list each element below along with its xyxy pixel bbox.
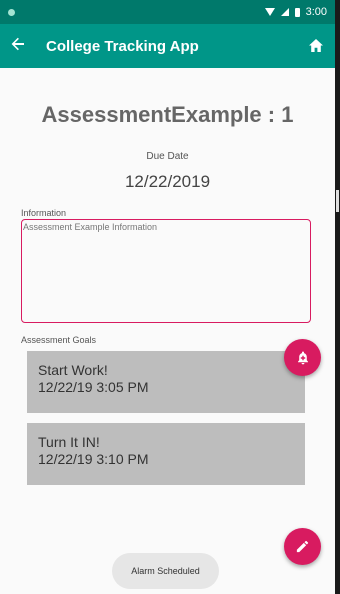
home-icon[interactable] (307, 37, 325, 55)
notification-dot-icon (8, 8, 15, 16)
edit-button[interactable] (284, 528, 321, 565)
goal-card[interactable]: Turn It IN! 12/22/19 3:10 PM (27, 423, 305, 485)
pencil-icon (296, 540, 309, 553)
alarm-bell-icon (297, 351, 308, 364)
app-title: College Tracking App (46, 37, 199, 55)
scrollbar-thumb[interactable] (336, 190, 339, 212)
goal-time: 12/22/19 3:05 PM (38, 379, 149, 395)
status-icons: 3:00 (264, 6, 327, 18)
information-label: Information (21, 208, 67, 218)
status-time: 3:00 (305, 6, 327, 18)
arrow-left-icon[interactable] (10, 36, 38, 57)
signal-icon (280, 8, 289, 16)
assessment-goals-label: Assessment Goals (21, 335, 97, 345)
home-glyph (309, 39, 323, 52)
goal-name: Start Work! (38, 362, 108, 378)
status-bar: 3:00 (0, 0, 335, 24)
phone-screen: 3:00 College Tracking App AssessmentExam… (0, 0, 335, 594)
add-alarm-button[interactable] (284, 339, 321, 376)
information-field[interactable]: Assessment Example Information (21, 219, 311, 323)
app-bar: College Tracking App (0, 24, 335, 68)
goal-card[interactable]: Start Work! 12/22/19 3:05 PM (27, 351, 305, 413)
goal-name: Turn It IN! (38, 434, 100, 450)
toast-message: Alarm Scheduled (112, 553, 219, 589)
due-date-value[interactable]: 12/22/2019 (0, 172, 335, 192)
scrollbar-track (335, 0, 340, 594)
goal-time: 12/22/19 3:10 PM (38, 451, 149, 467)
due-date-label: Due Date (146, 151, 189, 162)
assessment-heading: AssessmentExample : 1 (41, 102, 294, 127)
arrow-left-glyph (11, 37, 24, 50)
wifi-icon (264, 8, 275, 16)
battery-icon (294, 7, 300, 17)
